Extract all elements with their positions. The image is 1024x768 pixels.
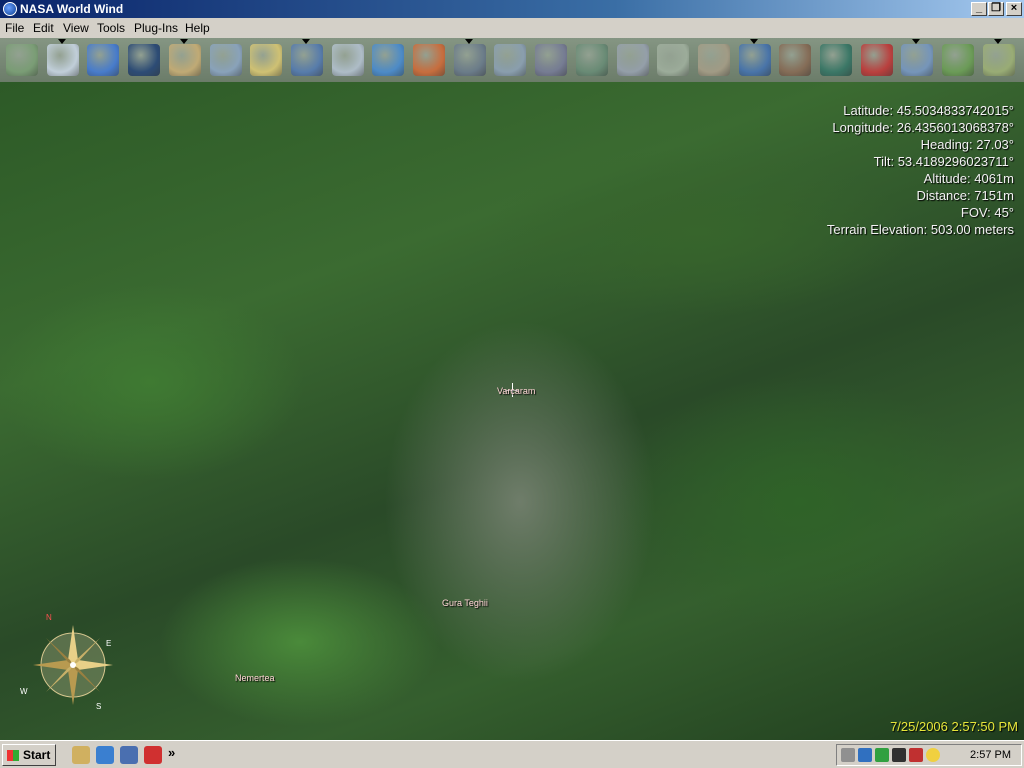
nasa-logo-icon <box>3 2 17 16</box>
smiley-icon[interactable] <box>926 748 940 762</box>
usgs-topo-icon[interactable] <box>494 44 526 76</box>
dropdown-arrow-icon[interactable] <box>58 39 66 44</box>
satellite-icon[interactable] <box>983 39 1015 76</box>
distance-readout: Distance: 7151m <box>916 188 1014 203</box>
menu-plugins[interactable]: Plug-Ins <box>134 21 178 35</box>
terra-icon[interactable] <box>617 44 649 76</box>
system-tray: 2:57 PM <box>836 744 1022 766</box>
placename-label: Nemertea <box>235 673 275 683</box>
clouds-icon[interactable] <box>210 44 242 76</box>
usgs-scan-icon[interactable] <box>657 44 689 76</box>
altitude-readout: Altitude: 4061m <box>923 171 1014 186</box>
flags-icon[interactable] <box>861 44 893 76</box>
terrain-elevation-readout: Terrain Elevation: 503.00 meters <box>826 222 1014 237</box>
3d-icon[interactable] <box>858 748 872 762</box>
start-button[interactable]: Start <box>2 744 56 766</box>
latitude-readout: Latitude: 45.5034833742015° <box>843 103 1014 118</box>
windows-logo-icon <box>7 750 19 761</box>
compass-west-label: W <box>20 687 28 696</box>
dropdown-arrow-icon[interactable] <box>180 39 188 44</box>
usgs-map-icon[interactable] <box>576 44 608 76</box>
restore-button[interactable]: ❐ <box>988 2 1004 16</box>
globe-view[interactable]: Latitude: 45.5034833742015° Longitude: 2… <box>0 82 1024 740</box>
dropdown-arrow-icon[interactable] <box>750 39 758 44</box>
search-icon[interactable] <box>250 44 282 76</box>
taskbar: Start » 2:57 PM <box>0 740 1024 768</box>
boundaries-icon[interactable] <box>820 44 852 76</box>
toolbar <box>0 38 1024 82</box>
menu-edit[interactable]: Edit <box>33 21 54 35</box>
clock: 2:57 PM <box>970 749 1011 761</box>
compass-rose-icon: N E S W <box>20 613 113 710</box>
placenames-icon[interactable] <box>779 44 811 76</box>
placename-label: Varcaram <box>497 386 536 396</box>
network-icon[interactable] <box>875 748 889 762</box>
compass-north-label: N <box>46 613 52 622</box>
quick-launch-chevron[interactable]: » <box>168 745 175 760</box>
camera-icon[interactable] <box>892 748 906 762</box>
zoom-globe-icon[interactable] <box>739 39 771 76</box>
placename-label: Gura Teghii <box>442 598 488 608</box>
title-bar: NASA World Wind _ ❐ × <box>0 0 1024 18</box>
wms-icon[interactable] <box>372 44 404 76</box>
dropdown-arrow-icon[interactable] <box>912 39 920 44</box>
date-time-readout: 7/25/2006 2:57:50 PM <box>890 719 1018 734</box>
compass-south-label: S <box>96 702 101 710</box>
compass-icon[interactable] <box>169 39 201 76</box>
landsat-icon[interactable] <box>332 44 364 76</box>
usgs-relief-icon[interactable] <box>698 44 730 76</box>
opera-icon[interactable] <box>144 746 162 764</box>
window-title: NASA World Wind <box>20 2 124 16</box>
heading-readout: Heading: 27.03° <box>920 137 1014 152</box>
show-desktop-icon[interactable] <box>72 746 90 764</box>
volume-icon[interactable] <box>841 748 855 762</box>
antivirus-icon[interactable] <box>909 748 923 762</box>
grid-icon[interactable] <box>47 39 79 76</box>
menu-tools[interactable]: Tools <box>97 21 125 35</box>
outlook-icon[interactable] <box>120 746 138 764</box>
longitude-readout: Longitude: 26.4356013068378° <box>832 120 1014 135</box>
dropdown-arrow-icon[interactable] <box>994 39 1002 44</box>
internet-explorer-icon[interactable] <box>96 746 114 764</box>
us-map-icon[interactable] <box>942 44 974 76</box>
layers-icon[interactable] <box>6 44 38 76</box>
temperature-icon[interactable] <box>413 44 445 76</box>
menu-view[interactable]: View <box>63 21 89 35</box>
start-label: Start <box>23 748 51 762</box>
close-button[interactable]: × <box>1006 2 1022 16</box>
map-icon[interactable] <box>901 39 933 76</box>
fov-readout: FOV: 45° <box>960 205 1014 220</box>
camera-info-overlay: Latitude: 45.5034833742015° Longitude: 2… <box>827 102 1014 238</box>
minimize-button[interactable]: _ <box>971 2 987 16</box>
compass-east-label: E <box>106 639 111 648</box>
menu-file[interactable]: File <box>5 21 24 35</box>
menu-bar: File Edit View Tools Plug-Ins Help <box>0 18 1024 38</box>
earth-dark-icon[interactable] <box>128 44 160 76</box>
tilt-readout: Tilt: 53.4189296023711° <box>873 154 1014 169</box>
usgs-ortho-icon[interactable] <box>454 39 486 76</box>
earth-globe-icon[interactable] <box>291 39 323 76</box>
dropdown-arrow-icon[interactable] <box>302 39 310 44</box>
menu-help[interactable]: Help <box>185 21 210 35</box>
usgs-urban-icon[interactable] <box>535 44 567 76</box>
dropdown-arrow-icon[interactable] <box>465 39 473 44</box>
globe-icon[interactable] <box>87 44 119 76</box>
